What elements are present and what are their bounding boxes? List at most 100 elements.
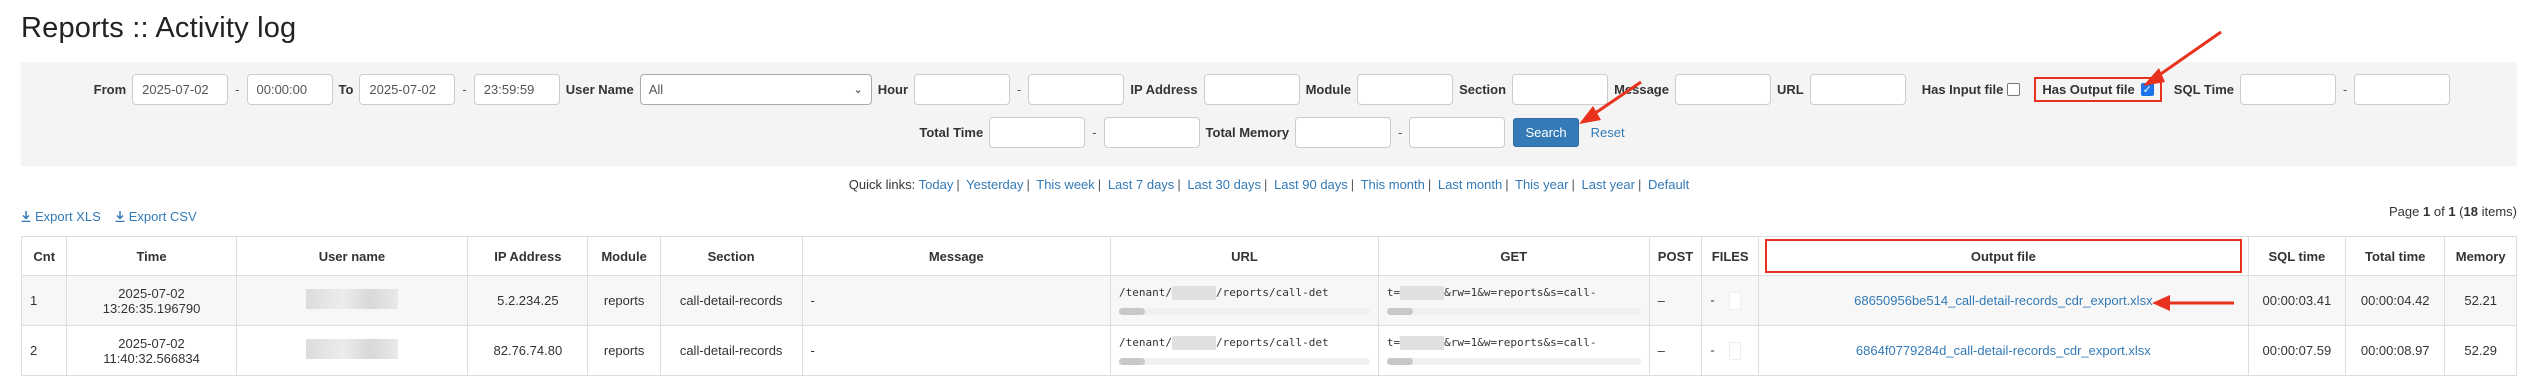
- cell-url: /tenant/ /reports/call-det: [1110, 325, 1379, 376]
- quick-link-last-year[interactable]: Last year: [1581, 177, 1634, 192]
- col-cnt[interactable]: Cnt: [20, 236, 68, 276]
- table-row: 2 2025-07-02 11:40:32.566834 82.76.74.80…: [20, 325, 2517, 376]
- to-date-input[interactable]: [359, 74, 456, 105]
- filter-panel: From - To - User Name All ⌄ Hour - IP Ad…: [21, 62, 2517, 166]
- cell-time-clock: 13:26:35.196790: [102, 300, 201, 316]
- cell-post: –: [1648, 325, 1703, 376]
- cell-url: /tenant/ /reports/call-det: [1110, 275, 1379, 326]
- hour-to-input[interactable]: [1028, 74, 1125, 105]
- cell-output-file: 68650956be514_call-detail-records_cdr_ex…: [1758, 275, 2249, 326]
- col-module[interactable]: Module: [587, 236, 661, 276]
- url-prefix: /tenant/: [1119, 286, 1173, 299]
- to-label: To: [338, 82, 354, 97]
- quick-link-today[interactable]: Today: [919, 177, 954, 192]
- export-csv-label: Export CSV: [128, 209, 197, 224]
- cell-total-time: 00:00:08.97: [2345, 325, 2446, 376]
- total-time-label: Total Time: [919, 125, 984, 140]
- has-input-checkbox[interactable]: [2007, 83, 2021, 96]
- message-label: Message: [1614, 82, 1669, 97]
- has-input-label: Has Input file: [1921, 82, 2004, 97]
- quick-link-default[interactable]: Default: [1648, 177, 1689, 192]
- output-file-link[interactable]: 68650956be514_call-detail-records_cdr_ex…: [1854, 293, 2152, 308]
- total-time-to-input[interactable]: [1103, 117, 1200, 148]
- get-prefix: t=: [1386, 336, 1401, 349]
- get-text: t= &rw=1&w=reports&s=call-: [1387, 336, 1641, 350]
- cell-time-date: 2025-07-02: [118, 285, 185, 301]
- col-output-file[interactable]: Output file: [1765, 239, 2242, 273]
- has-output-label: Has Output file: [2042, 82, 2135, 97]
- sql-time-label: SQL Time: [2173, 82, 2234, 97]
- filter-row-1: From - To - User Name All ⌄ Hour - IP Ad…: [21, 74, 2517, 105]
- redacted-tenant: [1172, 286, 1217, 300]
- has-output-checkbox[interactable]: ✓: [2140, 83, 2154, 96]
- cell-files: -: [1701, 325, 1760, 376]
- search-button[interactable]: Search: [1513, 118, 1579, 147]
- col-get[interactable]: GET: [1377, 236, 1650, 276]
- username-select[interactable]: All ⌄: [639, 74, 872, 105]
- hour-from-input[interactable]: [914, 74, 1011, 105]
- total-memory-from-input[interactable]: [1295, 117, 1392, 148]
- dash: -: [1017, 82, 1022, 97]
- section-input[interactable]: [1512, 74, 1609, 105]
- url-suffix: /reports/call-det: [1216, 286, 1329, 299]
- total-memory-to-input[interactable]: [1409, 117, 1506, 148]
- output-file-link[interactable]: 6864f0779284d_call-detail-records_cdr_ex…: [1856, 343, 2151, 358]
- cell-time-clock: 11:40:32.566834: [103, 350, 200, 366]
- url-text: /tenant/ /reports/call-det: [1119, 336, 1370, 350]
- quick-link-this-year[interactable]: This year: [1515, 177, 1568, 192]
- from-date-input[interactable]: [132, 74, 229, 105]
- sql-time-from-input[interactable]: [2240, 74, 2336, 105]
- quick-link-yesterday[interactable]: Yesterday: [966, 177, 1023, 192]
- export-csv-link[interactable]: Export CSV: [115, 209, 197, 224]
- quick-link-last-month[interactable]: Last month: [1438, 177, 1502, 192]
- module-input[interactable]: [1357, 74, 1454, 105]
- col-memory[interactable]: Memory: [2444, 236, 2517, 276]
- get-scrollbar[interactable]: [1386, 308, 1641, 315]
- quick-link-this-week[interactable]: This week: [1036, 177, 1095, 192]
- activity-log-table: Cnt Time User name IP Address Module Sec…: [20, 236, 2517, 376]
- sql-time-to-input[interactable]: [2354, 74, 2451, 105]
- url-scrollbar[interactable]: [1119, 308, 1370, 315]
- quick-link-last-7-days[interactable]: Last 7 days: [1108, 177, 1175, 192]
- get-suffix: &rw=1&w=reports&s=call-: [1444, 336, 1597, 349]
- url-label: URL: [1776, 82, 1804, 97]
- get-scrollbar[interactable]: [1386, 358, 1641, 365]
- total-memory-label: Total Memory: [1205, 125, 1290, 140]
- col-post[interactable]: POST: [1648, 236, 1703, 276]
- col-message[interactable]: Message: [801, 236, 1112, 276]
- chevron-down-icon: ⌄: [853, 84, 863, 96]
- ip-input[interactable]: [1203, 74, 1300, 105]
- col-url[interactable]: URL: [1110, 236, 1379, 276]
- dash: -: [235, 82, 240, 97]
- export-xls-link[interactable]: Export XLS: [21, 209, 101, 224]
- cell-total-time: 00:00:04.42: [2345, 275, 2446, 326]
- message-input[interactable]: [1674, 74, 1771, 105]
- files-preview: [1728, 291, 1741, 310]
- col-time[interactable]: Time: [66, 236, 237, 276]
- pager-current: 1: [2422, 204, 2431, 219]
- col-section[interactable]: Section: [659, 236, 803, 276]
- url-input[interactable]: [1809, 74, 1906, 105]
- total-time-from-input[interactable]: [989, 117, 1086, 148]
- export-links: Export XLS Export CSV: [21, 209, 197, 224]
- col-ip-address[interactable]: IP Address: [467, 236, 589, 276]
- quick-link-last-30-days[interactable]: Last 30 days: [1187, 177, 1261, 192]
- cell-time: 2025-07-02 13:26:35.196790: [66, 275, 237, 326]
- quick-link-last-90-days[interactable]: Last 90 days: [1274, 177, 1348, 192]
- to-time-input[interactable]: [473, 74, 560, 105]
- col-files[interactable]: FILES: [1701, 236, 1760, 276]
- col-total-time[interactable]: Total time: [2345, 236, 2446, 276]
- cell-user-name: [235, 275, 469, 326]
- col-sql-time[interactable]: SQL time: [2247, 236, 2347, 276]
- col-user-name[interactable]: User name: [235, 236, 469, 276]
- quick-link-this-month[interactable]: This month: [1361, 177, 1425, 192]
- url-scrollbar[interactable]: [1119, 358, 1370, 365]
- cell-ip: 5.2.234.25: [467, 275, 589, 326]
- get-suffix: &rw=1&w=reports&s=call-: [1444, 286, 1597, 299]
- cell-user-name: [235, 325, 469, 376]
- reset-link[interactable]: Reset: [1591, 125, 1625, 140]
- from-time-input[interactable]: [246, 74, 333, 105]
- url-suffix: /reports/call-det: [1216, 336, 1329, 349]
- redacted-username: [305, 289, 398, 309]
- get-prefix: t=: [1386, 286, 1401, 299]
